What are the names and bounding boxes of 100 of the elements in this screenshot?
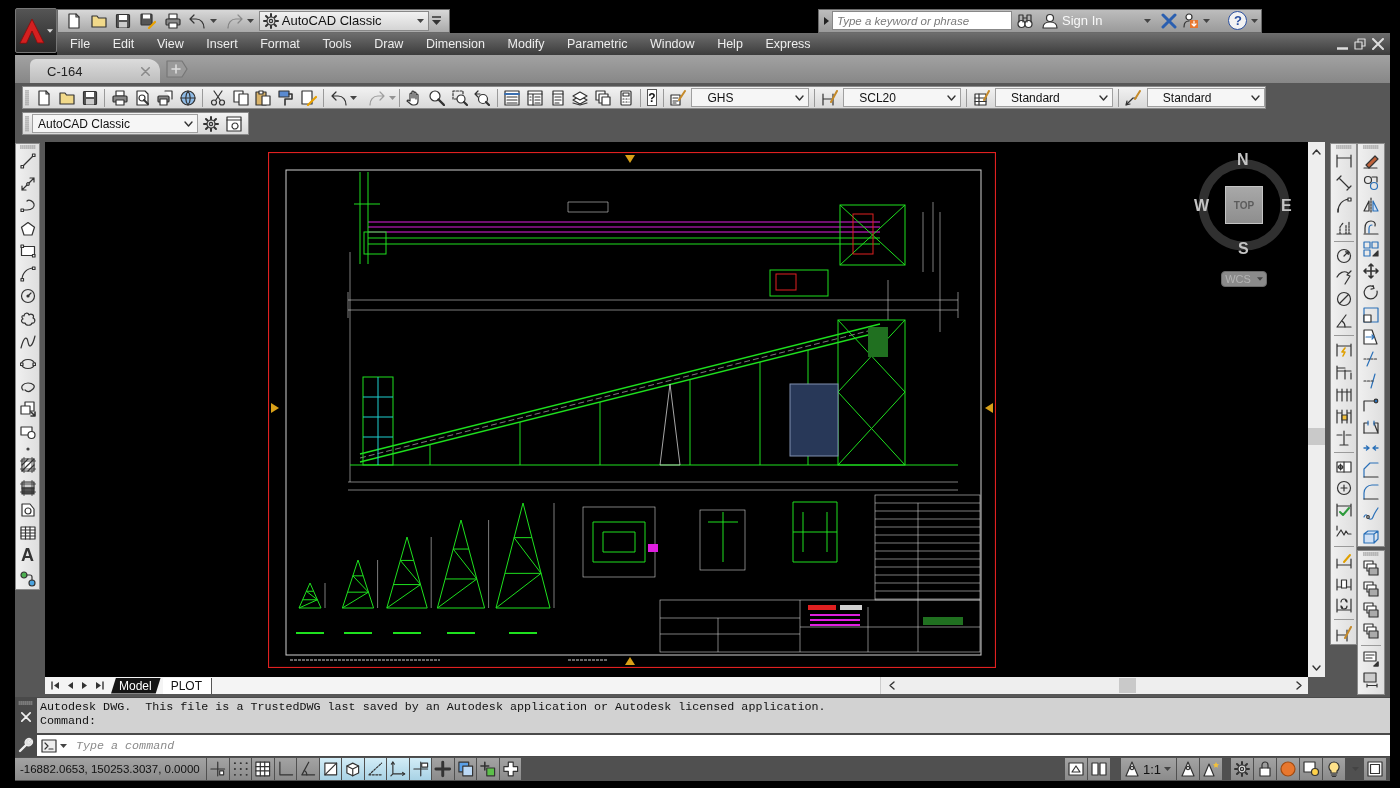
cloud-icon[interactable] [19, 311, 36, 328]
point-icon[interactable] [25, 446, 30, 451]
nested-squares-icon[interactable] [1363, 307, 1379, 324]
copy-icon[interactable] [232, 89, 249, 106]
page-icon[interactable] [66, 12, 83, 29]
menu-item[interactable]: File [70, 37, 91, 51]
line-icon[interactable] [19, 153, 36, 169]
grid-panel-icon[interactable] [526, 89, 543, 106]
compass-south-label[interactable]: S [1238, 240, 1249, 257]
caret-icon[interactable] [1144, 18, 1152, 23]
window-layers-icon[interactable] [595, 89, 612, 106]
hatch-icon[interactable] [19, 457, 36, 474]
dashed-angle-icon[interactable] [364, 758, 386, 780]
menu-item[interactable]: Dimension [425, 37, 485, 51]
page-brush-icon[interactable] [670, 89, 687, 106]
palette-icon[interactable] [549, 89, 566, 106]
expand-arrow-icon[interactable] [824, 16, 829, 25]
caret-icon[interactable] [209, 18, 217, 23]
menu-item[interactable]: Insert [206, 37, 238, 51]
dimension-break-icon[interactable] [1335, 429, 1352, 446]
menu-item[interactable]: Format [260, 37, 300, 51]
arc-dimension-icon[interactable] [1335, 196, 1352, 213]
folder-icon[interactable] [90, 12, 107, 29]
scrollbar-thumb[interactable] [1119, 678, 1136, 693]
shape-arrow-icon[interactable] [1363, 329, 1379, 346]
table-style-dropdown[interactable]: Standard [995, 88, 1114, 107]
offset-curves-icon[interactable] [1363, 219, 1379, 236]
gear-icon[interactable] [1231, 758, 1253, 780]
eraser-icon[interactable] [1363, 153, 1379, 169]
axes-icon[interactable] [387, 758, 409, 780]
paintbrush-icon[interactable] [278, 89, 295, 106]
dimension-aligned-icon[interactable] [1335, 174, 1352, 191]
compass-east-label[interactable]: E [1281, 197, 1292, 214]
dimension-brush-icon[interactable] [1335, 625, 1352, 642]
cube-icon[interactable] [342, 758, 364, 780]
x-mark-icon[interactable] [1161, 12, 1178, 29]
search-field[interactable]: Type a keyword or phrase [832, 11, 1012, 30]
angle-icon[interactable] [1335, 313, 1352, 330]
dashed-line-slash-icon[interactable] [1363, 373, 1379, 390]
explode-box-icon[interactable] [1363, 527, 1379, 544]
triangle-figure-icon[interactable] [1123, 761, 1140, 777]
dimension-lightning-icon[interactable] [1335, 342, 1352, 359]
scissors-icon[interactable] [209, 89, 226, 106]
polyline-icon[interactable] [19, 198, 36, 215]
stacked-squares-icon[interactable] [1363, 581, 1379, 598]
gear-icon[interactable] [203, 115, 220, 132]
menu-item[interactable]: View [156, 37, 184, 51]
chevron-down-icon[interactable] [184, 120, 193, 127]
caret-icon[interactable] [60, 743, 67, 748]
two-panes-icon[interactable] [1087, 758, 1110, 780]
printer-icon[interactable] [111, 89, 128, 106]
menu-item[interactable]: Express [765, 37, 811, 51]
application-menu-button[interactable] [15, 8, 57, 53]
spline-icon[interactable] [19, 333, 36, 350]
menu-item[interactable]: Draw [374, 37, 404, 51]
table-icon[interactable] [19, 524, 36, 541]
four-squares-icon[interactable] [1363, 241, 1379, 258]
leader-brush-icon[interactable] [1125, 89, 1142, 106]
calculator-icon[interactable] [617, 89, 634, 106]
caret-icon[interactable] [1251, 18, 1259, 23]
globe-icon[interactable] [180, 89, 197, 106]
printer-page-icon[interactable] [157, 89, 174, 106]
caret-icon[interactable] [350, 95, 358, 100]
triangle-figure-icon[interactable] [1177, 758, 1199, 780]
table-brush-icon[interactable] [973, 89, 990, 106]
block-insert-icon[interactable] [19, 401, 36, 418]
region-icon[interactable] [19, 502, 36, 519]
right-angle-icon[interactable] [274, 758, 296, 780]
double-arrow-line-icon[interactable] [19, 175, 36, 192]
chamfer-icon[interactable] [1363, 461, 1379, 478]
next-page-icon[interactable] [81, 681, 88, 690]
shaded-squares-icon[interactable] [454, 758, 476, 780]
caret-icon[interactable] [1203, 18, 1211, 23]
gradient-icon[interactable] [19, 479, 36, 496]
block-circle-icon[interactable] [19, 423, 36, 440]
boxed-crosshair-icon[interactable] [1335, 458, 1352, 475]
two-circles-icon[interactable] [19, 571, 36, 587]
circle-diameter-icon[interactable] [1335, 291, 1352, 308]
menu-item[interactable]: Edit [112, 37, 135, 51]
text-tool-button[interactable]: A [21, 547, 34, 565]
wrench-icon[interactable] [18, 737, 34, 753]
sheet-stack-icon[interactable] [572, 89, 589, 106]
list-panel-icon[interactable] [504, 89, 521, 106]
page-magnifier-icon[interactable] [134, 89, 151, 106]
new-tab-icon[interactable] [166, 60, 188, 78]
circle-cross-icon[interactable] [1335, 480, 1352, 497]
minimize-icon[interactable] [1337, 46, 1348, 50]
lightbulb-icon[interactable] [1323, 758, 1345, 780]
command-prompt-icon[interactable] [41, 737, 57, 754]
horizontal-scrollbar[interactable] [880, 677, 1308, 694]
cross-shape-icon[interactable] [499, 758, 521, 780]
dimension-brush-icon[interactable] [821, 89, 838, 106]
rectangle-icon[interactable] [19, 243, 36, 260]
dimension-linear-icon[interactable] [1335, 153, 1352, 169]
menu-item[interactable]: Help [717, 37, 743, 51]
undo-icon[interactable] [189, 12, 206, 29]
chevron-up-icon[interactable] [1312, 149, 1321, 155]
menu-item[interactable]: Parametric [567, 37, 628, 51]
chevron-down-icon[interactable] [947, 94, 957, 101]
page-pencil-icon[interactable] [301, 89, 317, 106]
